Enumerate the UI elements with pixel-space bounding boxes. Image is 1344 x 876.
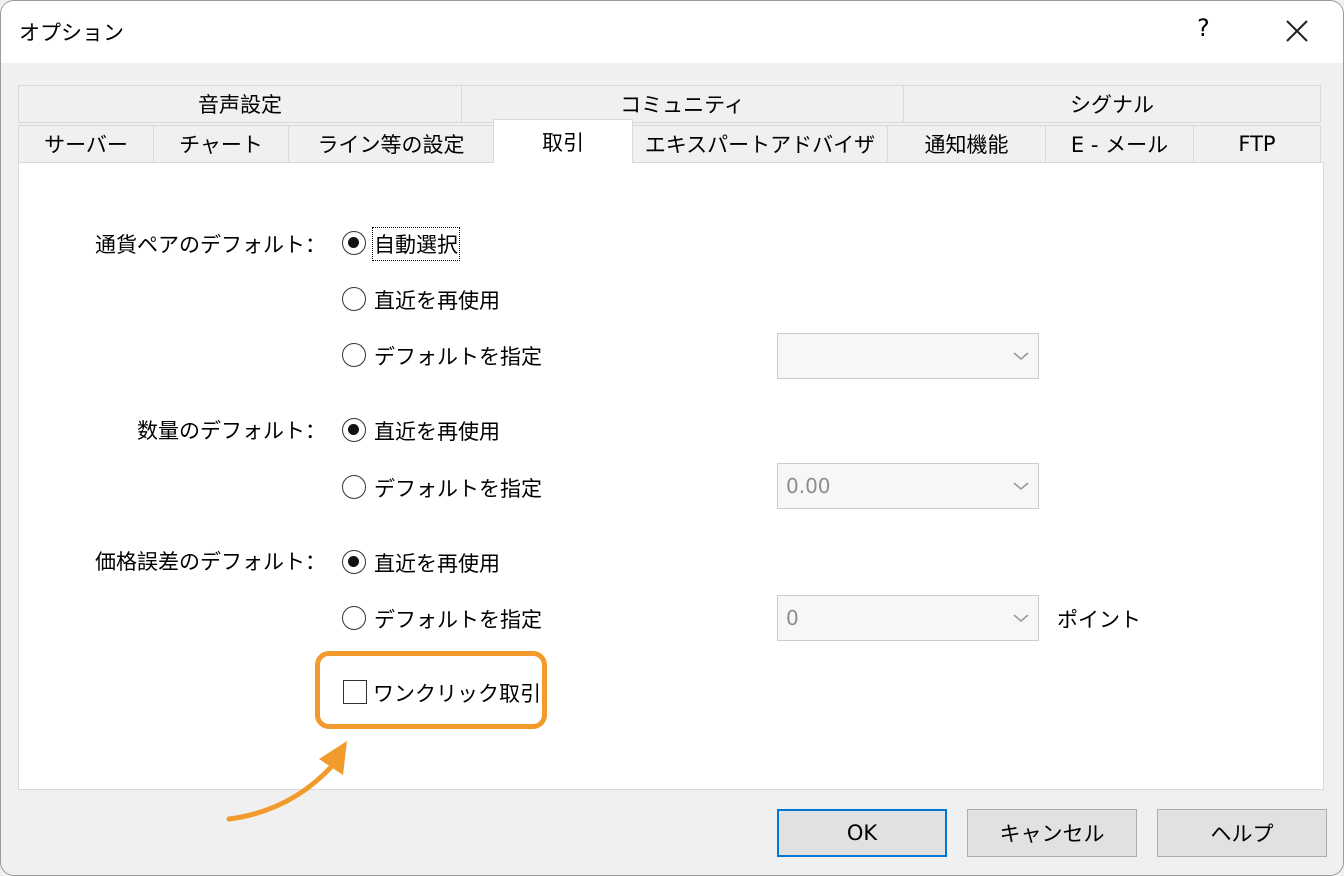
close-icon[interactable] (1281, 15, 1313, 47)
tab-notifications[interactable]: 通知機能 (887, 125, 1046, 163)
chevron-down-icon (1013, 352, 1029, 361)
slippage-reuse-label[interactable]: 直近を再使用 (374, 548, 500, 578)
pair-auto-radio[interactable] (342, 231, 366, 255)
tab-server[interactable]: サーバー (18, 125, 154, 163)
volume-combo-value: 0.00 (786, 474, 831, 498)
pair-default-label: 通貨ペアのデフォルト： (95, 233, 326, 257)
volume-default-label: 数量のデフォルト： (137, 419, 326, 443)
ok-button[interactable]: OK (777, 809, 947, 857)
volume-specify-label[interactable]: デフォルトを指定 (374, 473, 542, 503)
slippage-combo[interactable]: 0 (777, 595, 1039, 641)
pair-reuse-label[interactable]: 直近を再使用 (374, 285, 500, 315)
slippage-default-label: 価格誤差のデフォルト： (95, 550, 326, 574)
volume-specify-radio[interactable] (342, 475, 366, 499)
slippage-combo-value: 0 (786, 606, 799, 630)
pair-specify-label[interactable]: デフォルトを指定 (374, 341, 542, 371)
tab-community[interactable]: コミュニティ (461, 85, 904, 123)
tab-chart[interactable]: チャート (153, 125, 289, 163)
pair-auto-label[interactable]: 自動選択 (372, 227, 460, 261)
title-bar: オプション ? (1, 1, 1343, 63)
tab-email[interactable]: E - メール (1045, 125, 1194, 163)
volume-reuse-radio[interactable] (342, 418, 366, 442)
highlight-box (315, 651, 547, 729)
chevron-down-icon (1013, 614, 1029, 623)
tab-signals[interactable]: シグナル (903, 85, 1321, 123)
dialog-title: オプション (19, 21, 124, 45)
arrow-icon (226, 741, 347, 822)
slippage-specify-label[interactable]: デフォルトを指定 (374, 604, 542, 634)
slippage-unit-label: ポイント (1057, 608, 1141, 632)
pair-specify-radio[interactable] (342, 343, 366, 367)
help-icon[interactable]: ? (1197, 14, 1210, 42)
tab-sound[interactable]: 音声設定 (18, 85, 462, 123)
options-dialog: オプション ? 音声設定 コミュニティ シグナル サーバー チャート ライン等の… (0, 0, 1344, 876)
pair-reuse-radio[interactable] (342, 287, 366, 311)
tab-ftp[interactable]: FTP (1193, 125, 1321, 163)
volume-reuse-label[interactable]: 直近を再使用 (374, 416, 500, 446)
slippage-reuse-radio[interactable] (342, 550, 366, 574)
chevron-down-icon (1013, 482, 1029, 491)
slippage-specify-radio[interactable] (342, 606, 366, 630)
help-button[interactable]: ヘルプ (1157, 809, 1327, 857)
cancel-button[interactable]: キャンセル (967, 809, 1137, 857)
volume-combo[interactable]: 0.00 (777, 463, 1039, 509)
tab-trade[interactable]: 取引 (493, 119, 633, 163)
tab-expert-advisors[interactable]: エキスパートアドバイザ (632, 125, 888, 163)
pair-combo[interactable] (777, 333, 1039, 379)
tab-objects[interactable]: ライン等の設定 (288, 125, 494, 163)
